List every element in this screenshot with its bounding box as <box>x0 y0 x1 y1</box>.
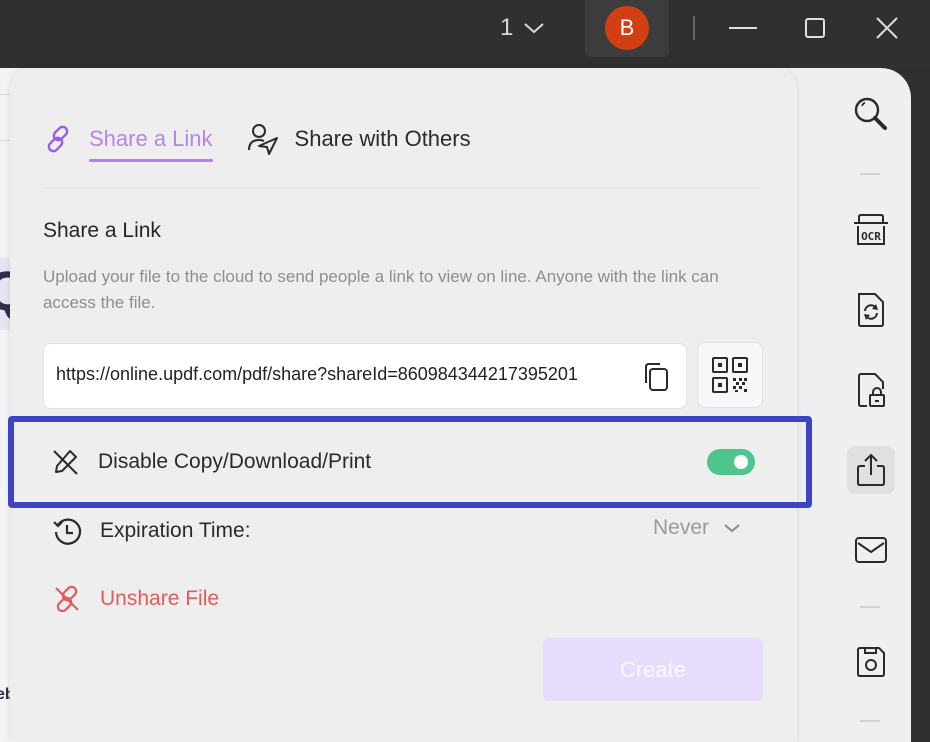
user-send-icon <box>247 124 278 155</box>
protect-button[interactable] <box>847 366 895 414</box>
toolbar-divider <box>860 606 880 608</box>
create-button[interactable]: Create <box>543 638 763 701</box>
tab-share-with-others[interactable]: Share with Others <box>247 120 471 158</box>
qr-code-icon <box>712 357 748 393</box>
convert-button[interactable] <box>847 286 895 334</box>
toolbar-divider <box>860 173 880 175</box>
mail-icon <box>855 537 887 563</box>
disable-copy-option: Disable Copy/Download/Print <box>52 448 371 476</box>
qr-code-button[interactable] <box>697 342 763 408</box>
right-toolbar: OCR <box>815 68 911 742</box>
expiration-dropdown[interactable]: Never <box>653 516 741 540</box>
expiration-value: Never <box>653 516 710 539</box>
tab-label: Share a Link <box>89 126 213 162</box>
pen-off-icon <box>53 450 78 475</box>
share-button[interactable] <box>847 446 895 494</box>
search-icon <box>854 97 887 130</box>
email-button[interactable] <box>847 526 895 574</box>
unlink-icon <box>55 585 79 613</box>
page-number: 1 <box>500 14 514 41</box>
share-icon <box>857 453 885 486</box>
unshare-label: Unshare File <box>100 587 220 610</box>
titlebar-divider <box>693 16 695 40</box>
chevron-down-icon <box>524 23 545 34</box>
ocr-button[interactable]: OCR <box>847 206 895 254</box>
title-bar: 1 B <box>0 0 930 68</box>
file-convert-icon <box>858 293 884 327</box>
disable-copy-toggle[interactable] <box>707 449 755 475</box>
maximize-icon <box>805 18 825 38</box>
expiration-label: Expiration Time: <box>100 519 251 542</box>
save-icon <box>857 647 885 677</box>
section-title: Share a Link <box>43 219 161 242</box>
expiration-option: Expiration Time: <box>52 516 251 546</box>
ocr-icon: OCR <box>854 214 888 245</box>
copy-icon <box>645 363 668 391</box>
unshare-file-button[interactable]: Unshare File <box>52 584 219 614</box>
maximize-button[interactable] <box>800 12 830 44</box>
share-link-value[interactable]: https://online.updf.com/pdf/share?shareI… <box>56 364 624 385</box>
chevron-down-icon <box>724 524 740 533</box>
section-description: Upload your file to the cloud to send pe… <box>43 267 719 312</box>
minimize-button[interactable] <box>728 12 758 44</box>
share-link-field[interactable]: https://online.updf.com/pdf/share?shareI… <box>43 343 687 409</box>
close-icon <box>876 17 898 39</box>
link-icon <box>47 125 69 153</box>
avatar: B <box>605 6 649 50</box>
save-button[interactable] <box>847 638 895 686</box>
close-button[interactable] <box>872 12 902 44</box>
share-link-text: https://online.updf.com/pdf/share?shareI… <box>56 364 578 384</box>
history-clock-icon <box>53 518 82 545</box>
search-button[interactable] <box>847 90 895 138</box>
minimize-icon <box>729 27 757 29</box>
toggle-knob <box>734 455 748 469</box>
copy-link-button[interactable] <box>640 361 672 393</box>
account-button[interactable]: B <box>585 0 669 57</box>
share-tabs: Share a Link Share with Others <box>43 120 471 162</box>
tab-label: Share with Others <box>294 126 471 151</box>
disable-copy-label: Disable Copy/Download/Print <box>98 450 372 473</box>
file-lock-icon <box>858 373 885 407</box>
tab-share-link[interactable]: Share a Link <box>43 120 213 162</box>
tabs-divider <box>43 188 760 189</box>
svg-text:OCR: OCR <box>861 230 881 243</box>
toolbar-divider <box>860 720 880 722</box>
page-selector[interactable]: 1 <box>500 14 545 42</box>
